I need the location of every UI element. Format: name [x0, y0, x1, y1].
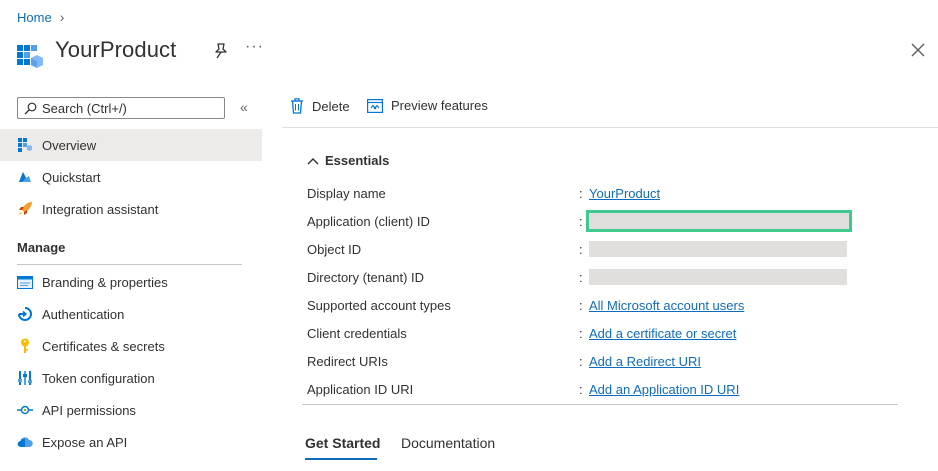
display-name-link[interactable]: YourProduct	[589, 186, 660, 201]
chevron-right-icon: ›	[59, 9, 65, 25]
sidebar-item-token-configuration[interactable]: Token configuration	[0, 362, 262, 394]
sidebar-item-label: Branding & properties	[42, 274, 168, 290]
essentials-label: Directory (tenant) ID	[307, 269, 425, 285]
tab-documentation[interactable]: Documentation	[401, 435, 495, 451]
essentials-label: Display name	[307, 185, 386, 201]
more-options-icon[interactable]: ···	[245, 38, 264, 56]
account-types-link[interactable]: All Microsoft account users	[589, 298, 744, 313]
add-certificate-link[interactable]: Add a certificate or secret	[589, 326, 736, 341]
trash-icon	[290, 98, 304, 114]
manage-section-title: Manage	[17, 240, 66, 255]
essentials-label: Redirect URIs	[307, 353, 388, 369]
colon: :	[579, 185, 583, 201]
colon: :	[579, 269, 583, 285]
sidebar-item-overview[interactable]: Overview	[0, 129, 262, 161]
search-icon	[24, 102, 37, 114]
divider	[302, 404, 898, 405]
sidebar-item-label: API permissions	[42, 402, 136, 418]
sidebar-item-expose-an-api[interactable]: Expose an API	[0, 426, 262, 458]
colon: :	[579, 325, 583, 341]
colon: :	[579, 213, 583, 229]
branding-icon	[16, 273, 34, 291]
close-icon[interactable]	[908, 40, 928, 60]
sidebar-item-label: Quickstart	[42, 169, 101, 185]
essentials-row-account-types: Supported account types : All Microsoft …	[307, 295, 927, 315]
sidebar-item-label: Authentication	[42, 306, 125, 322]
essentials-row-application-id-uri: Application ID URI : Add an Application …	[307, 379, 927, 399]
client-id-redacted-value	[586, 210, 852, 232]
page-title: YourProduct	[55, 37, 177, 62]
sidebar-item-integration-assistant[interactable]: Integration assistant	[0, 193, 262, 225]
sidebar-item-label: Integration assistant	[42, 201, 159, 217]
sidebar-item-label: Expose an API	[42, 434, 128, 450]
sidebar-item-authentication[interactable]: Authentication	[0, 298, 262, 330]
chevron-up-icon	[307, 157, 319, 164]
add-redirect-uri-link[interactable]: Add a Redirect URI	[589, 354, 701, 369]
divider	[282, 127, 938, 128]
collapse-sidebar-icon[interactable]: «	[240, 99, 248, 115]
essentials-row-display-name: Display name : YourProduct	[307, 183, 927, 203]
colon: :	[579, 241, 583, 257]
sidebar-item-label: Token configuration	[42, 370, 155, 386]
add-application-id-uri-link[interactable]: Add an Application ID URI	[589, 382, 739, 397]
api-permissions-icon	[16, 401, 34, 419]
essentials-row-tenant-id: Directory (tenant) ID :	[307, 267, 927, 287]
preview-features-label: Preview features	[391, 98, 488, 113]
essentials-label: Application (client) ID	[307, 213, 430, 229]
sidebar-item-branding[interactable]: Branding & properties	[0, 266, 262, 298]
cloud-api-icon	[16, 433, 34, 451]
tenant-id-redacted-value	[589, 269, 847, 285]
divider	[17, 264, 242, 265]
search-placeholder: Search (Ctrl+/)	[42, 100, 127, 116]
essentials-label: Supported account types	[307, 297, 451, 313]
authentication-icon	[16, 305, 34, 323]
preview-features-button[interactable]: Preview features	[367, 98, 488, 113]
colon: :	[579, 381, 583, 397]
essentials-label: Client credentials	[307, 325, 407, 341]
overview-icon	[16, 136, 34, 154]
essentials-toggle[interactable]: Essentials	[307, 153, 389, 168]
pin-icon[interactable]	[212, 42, 230, 60]
essentials-row-object-id: Object ID :	[307, 239, 927, 259]
key-icon	[16, 337, 34, 355]
object-id-redacted-value	[589, 241, 847, 257]
colon: :	[579, 353, 583, 369]
delete-button[interactable]: Delete	[290, 98, 350, 114]
essentials-label: Object ID	[307, 241, 362, 257]
active-tab-indicator	[305, 458, 377, 460]
sidebar-item-label: Overview	[42, 137, 97, 153]
search-input[interactable]: Search (Ctrl+/)	[17, 97, 225, 119]
sidebar-item-certificates[interactable]: Certificates & secrets	[0, 330, 262, 362]
colon: :	[579, 297, 583, 313]
sidebar-item-api-permissions[interactable]: API permissions	[0, 394, 262, 426]
token-configuration-icon	[16, 369, 34, 387]
delete-label: Delete	[312, 98, 350, 114]
rocket-icon	[16, 200, 34, 218]
essentials-row-redirect-uris: Redirect URIs : Add a Redirect URI	[307, 351, 927, 371]
essentials-row-client-id: Application (client) ID :	[307, 210, 927, 232]
breadcrumb: Home ›	[17, 9, 64, 25]
essentials-title: Essentials	[325, 153, 390, 168]
breadcrumb-home-link[interactable]: Home	[17, 10, 52, 25]
sidebar-item-quickstart[interactable]: Quickstart	[0, 161, 262, 193]
sidebar-item-label: Certificates & secrets	[42, 338, 165, 354]
preview-features-icon	[367, 98, 383, 113]
app-registration-icon	[17, 45, 43, 68]
tab-get-started[interactable]: Get Started	[305, 435, 380, 451]
essentials-label: Application ID URI	[307, 381, 414, 397]
essentials-row-client-credentials: Client credentials : Add a certificate o…	[307, 323, 927, 343]
cloud-icon	[16, 168, 34, 186]
